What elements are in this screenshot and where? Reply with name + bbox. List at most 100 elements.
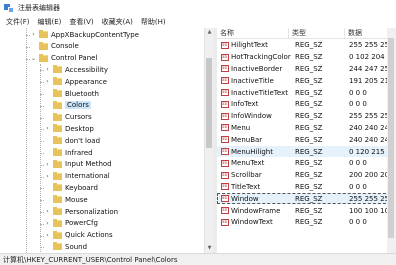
- tree-item[interactable]: › Personalization: [44, 206, 118, 217]
- value-row[interactable]: MenuREG_SZ240 240 240: [217, 123, 396, 134]
- value-row[interactable]: MenuHilightREG_SZ0 120 215: [217, 146, 396, 157]
- tree-item-label: Cursors: [65, 113, 92, 122]
- expand-chevron-icon[interactable]: ›: [44, 220, 51, 227]
- menu-view[interactable]: 查看(V): [65, 17, 97, 27]
- folder-icon: [53, 124, 62, 133]
- tree-item-label: Keyboard: [65, 183, 98, 192]
- tree-item-label: Input Method: [65, 160, 112, 169]
- expand-chevron-icon[interactable]: ›: [44, 125, 51, 132]
- value-name: MenuHilight: [231, 147, 273, 156]
- tree-item[interactable]: › International: [44, 171, 110, 182]
- tree-item-label: Appearance: [65, 77, 108, 86]
- column-header-type[interactable]: 类型: [289, 28, 345, 38]
- tree-item[interactable]: Colors: [44, 100, 91, 111]
- column-header-name[interactable]: 名称: [217, 28, 289, 38]
- tree-connector: [40, 153, 44, 154]
- value-row[interactable]: WindowREG_SZ255 255 255: [217, 193, 396, 205]
- tree-item[interactable]: › Quick Actions: [44, 230, 113, 241]
- menu-help[interactable]: 帮助(H): [137, 17, 170, 27]
- tree-scroll-thumb[interactable]: [206, 58, 212, 148]
- expand-chevron-icon[interactable]: ›: [44, 66, 51, 73]
- expand-chevron-icon[interactable]: ›: [44, 173, 51, 180]
- expand-chevron-icon[interactable]: ›: [44, 208, 51, 215]
- tree-item[interactable]: › Appearance: [44, 76, 107, 87]
- values-scroll-thumb[interactable]: [388, 38, 394, 238]
- tree-item[interactable]: › PowerCfg: [44, 218, 98, 229]
- value-row[interactable]: ScrollbarREG_SZ200 200 200: [217, 170, 396, 181]
- value-name: Scrollbar: [231, 171, 262, 180]
- values-scrollbar[interactable]: [387, 28, 396, 253]
- folder-icon: [53, 77, 62, 86]
- tree-connector: [40, 70, 44, 72]
- string-value-icon: [221, 171, 229, 179]
- regedit-window: 注册表编辑器 文件(F) 编辑(E) 查看(V) 收藏夹(A) 帮助(H) › A…: [0, 0, 396, 265]
- value-name: HilightText: [231, 41, 268, 50]
- tree-item[interactable]: › AppXBackupContentType: [30, 29, 139, 40]
- folder-icon: [53, 171, 62, 180]
- tree-item-label: Personalization: [65, 207, 119, 216]
- string-value-icon: [221, 124, 229, 132]
- tree-connector: [40, 200, 44, 202]
- value-row[interactable]: WindowFrameREG_SZ100 100 100: [217, 205, 396, 216]
- value-name: InfoWindow: [231, 112, 272, 121]
- tree-item[interactable]: › Accessibility: [44, 64, 108, 75]
- expand-chevron-icon[interactable]: ›: [44, 78, 51, 85]
- value-row[interactable]: HilightTextREG_SZ255 255 255: [217, 40, 396, 51]
- value-name: WindowFrame: [231, 206, 281, 215]
- tree-item[interactable]: Bluetooth: [44, 88, 99, 99]
- value-type: REG_SZ: [295, 171, 323, 180]
- tree-item-label: Sound: [65, 242, 88, 251]
- expand-chevron-icon[interactable]: ›: [44, 161, 51, 168]
- tree-connector: [40, 188, 44, 190]
- tree-item[interactable]: Sound: [44, 241, 87, 252]
- tree-item-label: Colors: [65, 101, 91, 110]
- tree-item[interactable]: Mouse: [44, 194, 88, 205]
- tree-connector: [40, 235, 44, 237]
- value-name: InactiveBorder: [231, 64, 283, 73]
- value-row[interactable]: MenuTextREG_SZ0 0 0: [217, 158, 396, 169]
- value-row[interactable]: InfoWindowREG_SZ255 255 255: [217, 111, 396, 122]
- tree-item[interactable]: Infrared: [44, 147, 93, 158]
- expand-chevron-icon[interactable]: ›: [44, 232, 51, 239]
- expand-chevron-icon[interactable]: ⌄: [30, 55, 37, 62]
- tree-scrollbar[interactable]: ▲ ▼: [204, 28, 213, 253]
- value-row[interactable]: MenuBarREG_SZ240 240 240: [217, 134, 396, 145]
- value-type: REG_SZ: [295, 100, 323, 109]
- tree-item[interactable]: › Desktop: [44, 123, 94, 134]
- string-value-icon: [221, 100, 229, 108]
- title-bar: 注册表编辑器: [0, 0, 396, 15]
- value-type: REG_SZ: [295, 53, 323, 62]
- value-row[interactable]: InactiveTitleREG_SZ191 205 219: [217, 75, 396, 86]
- value-name: InactiveTitle: [231, 76, 274, 85]
- tree-item[interactable]: Keyboard: [44, 182, 98, 193]
- menu-favorites[interactable]: 收藏夹(A): [98, 17, 137, 27]
- value-type: REG_SZ: [295, 159, 323, 168]
- tree-connector: [26, 58, 30, 60]
- tree-item[interactable]: don't load: [44, 135, 100, 146]
- key-tree[interactable]: › AppXBackupContentType Console ⌄ Control Pa…: [0, 28, 204, 253]
- tree-item[interactable]: Cursors: [44, 112, 92, 123]
- value-type: REG_SZ: [295, 135, 323, 144]
- value-row[interactable]: InfoTextREG_SZ0 0 0: [217, 99, 396, 110]
- value-row[interactable]: WindowTextREG_SZ0 0 0: [217, 217, 396, 228]
- value-type: REG_SZ: [295, 41, 323, 50]
- tree-item[interactable]: Console: [30, 41, 79, 52]
- tree-connector: [26, 35, 30, 36]
- tree-connector: [26, 46, 30, 48]
- value-row[interactable]: InactiveTitleTextREG_SZ0 0 0: [217, 87, 396, 98]
- value-row[interactable]: TitleTextREG_SZ0 0 0: [217, 182, 396, 193]
- folder-icon: [53, 112, 62, 121]
- menu-edit[interactable]: 编辑(E): [34, 17, 66, 27]
- tree-item-label: Desktop: [65, 124, 94, 133]
- value-name: WindowText: [231, 218, 273, 227]
- value-name: InactiveTitleText: [231, 88, 288, 97]
- tree-item[interactable]: ⌄ Control Panel: [30, 53, 97, 64]
- tree-item[interactable]: › Input Method: [44, 159, 112, 170]
- tree-connector: [40, 141, 44, 143]
- folder-icon: [53, 218, 62, 227]
- value-name: MenuText: [231, 159, 265, 168]
- value-row[interactable]: HotTrackingColorREG_SZ0 102 204: [217, 52, 396, 63]
- menu-file[interactable]: 文件(F): [2, 17, 34, 27]
- expand-chevron-icon[interactable]: ›: [30, 31, 37, 38]
- value-row[interactable]: InactiveBorderREG_SZ244 247 252: [217, 64, 396, 75]
